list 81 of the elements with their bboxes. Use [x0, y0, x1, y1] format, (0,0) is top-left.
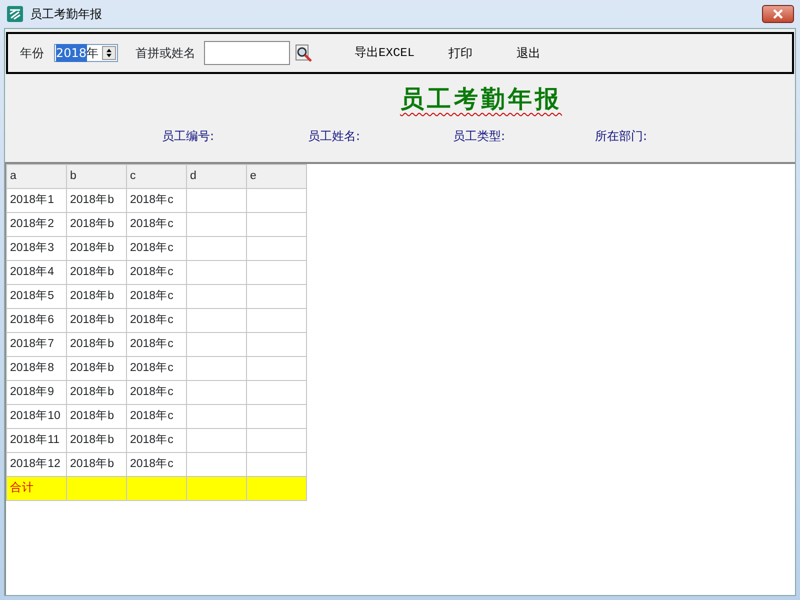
table-cell: 2018年1	[6, 188, 66, 212]
table-cell: 2018年4	[6, 260, 66, 284]
table-cell	[246, 476, 306, 500]
table-cell: 2018年b	[66, 188, 126, 212]
table-cell	[186, 236, 246, 260]
table-cell	[126, 476, 186, 500]
table-cell: 2018年b	[66, 404, 126, 428]
table-cell: 2018年7	[6, 332, 66, 356]
year-label: 年份	[20, 45, 44, 62]
table-cell	[186, 380, 246, 404]
table-cell: 2018年c	[126, 188, 186, 212]
table-cell: 2018年3	[6, 236, 66, 260]
search-label: 首拼或姓名	[136, 45, 196, 62]
table-cell	[66, 476, 126, 500]
table-cell: 合计	[6, 476, 66, 500]
column-header: e	[246, 164, 306, 188]
table-cell: 2018年b	[66, 332, 126, 356]
column-header: b	[66, 164, 126, 188]
column-header: a	[6, 164, 66, 188]
table-cell	[246, 428, 306, 452]
table-cell: 2018年10	[6, 404, 66, 428]
table-cell: 2018年c	[126, 236, 186, 260]
table-cell	[186, 332, 246, 356]
column-header: d	[186, 164, 246, 188]
field-label: 所在部门:	[595, 128, 648, 145]
table-cell	[186, 188, 246, 212]
table-cell: 2018年b	[66, 380, 126, 404]
table-cell: 2018年c	[126, 356, 186, 380]
table-cell	[246, 332, 306, 356]
column-header: c	[126, 164, 186, 188]
table-cell: 2018年c	[126, 212, 186, 236]
table-cell: 2018年8	[6, 356, 66, 380]
table-cell	[246, 236, 306, 260]
table-cell: 2018年2	[6, 212, 66, 236]
table-cell: 2018年c	[126, 404, 186, 428]
toolbar-button[interactable]: 导出EXCEL	[354, 44, 415, 62]
table-cell	[246, 308, 306, 332]
table-cell: 2018年c	[126, 284, 186, 308]
table-cell: 2018年b	[66, 356, 126, 380]
table-cell	[246, 284, 306, 308]
table-cell	[186, 476, 246, 500]
table-cell	[186, 212, 246, 236]
table-cell: 2018年c	[126, 428, 186, 452]
table-cell	[186, 404, 246, 428]
field-label: 员工姓名:	[308, 128, 360, 145]
table-cell	[246, 212, 306, 236]
table-cell	[246, 404, 306, 428]
table-cell	[246, 260, 306, 284]
table-cell	[186, 260, 246, 284]
toolbar-button[interactable]: 打印	[448, 44, 473, 62]
table-cell: 2018年b	[66, 236, 126, 260]
table-cell: 2018年b	[66, 308, 126, 332]
table-cell	[186, 356, 246, 380]
table-cell	[186, 284, 246, 308]
table-cell	[246, 188, 306, 212]
table-cell: 2018年c	[126, 332, 186, 356]
field-label: 员工编号:	[162, 128, 214, 145]
search-icon[interactable]	[294, 44, 313, 62]
search-field[interactable]	[204, 41, 290, 65]
table-cell: 2018年6	[6, 308, 66, 332]
table-cell: 2018年c	[126, 308, 186, 332]
table-cell: 2018年b	[66, 212, 126, 236]
report-title: 员工考勤年报	[400, 83, 562, 115]
table-cell: 2018年5	[6, 284, 66, 308]
table-cell: 2018年b	[66, 260, 126, 284]
table-cell	[186, 428, 246, 452]
table-cell: 2018年11	[6, 428, 66, 452]
table-cell: 2018年b	[66, 284, 126, 308]
close-button[interactable]	[762, 5, 794, 23]
table-cell: 2018年c	[126, 260, 186, 284]
table-cell	[246, 356, 306, 380]
field-label: 员工类型:	[453, 128, 506, 145]
close-icon	[773, 9, 783, 19]
table-cell: 2018年b	[66, 428, 126, 452]
table-cell	[246, 380, 306, 404]
toolbar-button[interactable]: 退出	[516, 44, 541, 62]
app-icon	[6, 5, 24, 23]
table-cell: 2018年c	[126, 380, 186, 404]
table-cell	[186, 308, 246, 332]
window-title: 员工考勤年报	[30, 6, 102, 23]
table-cell: 2018年9	[6, 380, 66, 404]
